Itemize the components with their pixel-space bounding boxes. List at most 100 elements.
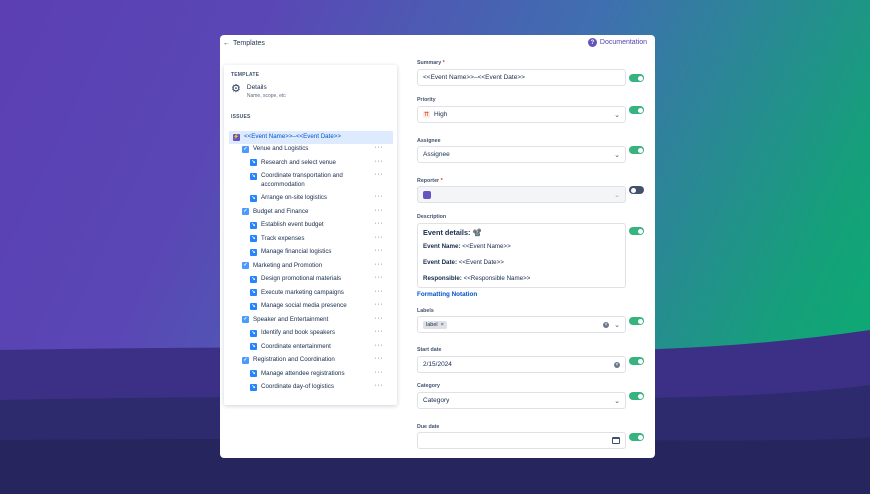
subtask-row[interactable]: ↘ Establish event budget: [250, 221, 370, 230]
tree-row-label: Design promotional materials: [261, 275, 342, 282]
chevron-down-icon: ⌄: [614, 321, 620, 329]
subtask-row[interactable]: ↘ Manage financial logistics: [250, 248, 370, 257]
labels-select[interactable]: label × × ⌄: [417, 316, 626, 333]
more-actions-icon[interactable]: ···: [375, 234, 384, 241]
tree-row-label: Venue and Logistics: [253, 145, 309, 152]
description-editor[interactable]: Event details: 📽️ Event Name: <<Event Na…: [417, 223, 626, 288]
tree-row-label-cont: accommodation: [261, 180, 305, 188]
labels-label: Labels: [417, 308, 434, 314]
tree-row-label: Research and select venue: [261, 158, 336, 166]
start-date-label: Start date: [417, 347, 442, 353]
clear-icon[interactable]: ×: [614, 361, 620, 368]
tree-row-label: Establish event budget: [261, 221, 324, 228]
more-actions-icon[interactable]: ···: [375, 328, 384, 335]
chevron-down-icon: ⌄: [614, 397, 620, 405]
more-actions-icon[interactable]: ···: [375, 207, 384, 214]
more-actions-icon[interactable]: ···: [375, 288, 384, 295]
due-date-input[interactable]: [417, 432, 626, 449]
subtask-row[interactable]: ↘ Design promotional materials: [250, 275, 370, 284]
subtask-row[interactable]: ↘ Research and select venue: [250, 159, 370, 168]
more-actions-icon[interactable]: ···: [375, 193, 384, 200]
subtask-arrow-icon: ↘: [250, 302, 257, 310]
subtask-arrow-icon: ↘: [250, 343, 257, 350]
calendar-icon[interactable]: [612, 437, 620, 444]
subtask-arrow-icon: ↘: [250, 194, 257, 202]
clear-icon[interactable]: ×: [603, 321, 610, 328]
more-actions-icon[interactable]: ···: [375, 261, 384, 268]
description-toggle[interactable]: [629, 227, 644, 235]
back-to-templates-link[interactable]: ← Templates: [223, 40, 265, 47]
details-title: Details: [246, 84, 267, 91]
subtask-row[interactable]: ↘ Coordinate entertainment: [250, 343, 370, 352]
details-subtitle: Name, scope, etc: [246, 93, 286, 99]
tree-row-label: Coordinate entertainment: [261, 342, 331, 350]
category-select[interactable]: Category ⌄: [417, 392, 626, 409]
details-item[interactable]: ⚙ Details Name, scope, etc: [231, 84, 286, 100]
subtask-row[interactable]: ↘ Coordinate transportation and accommodat…: [250, 172, 370, 189]
epic-row[interactable]: ⚡ <<Event Name>>–<<Event Date>>: [229, 131, 393, 144]
task-row[interactable]: ✓ Speaker and Entertainment: [242, 316, 362, 325]
due-date-toggle[interactable]: [629, 433, 644, 441]
task-row[interactable]: ✓ Marketing and Promotion: [242, 262, 362, 271]
assignee-toggle[interactable]: [629, 146, 644, 154]
more-actions-icon[interactable]: ···: [375, 301, 384, 308]
label-tag: label ×: [423, 320, 447, 329]
summary-toggle[interactable]: [629, 74, 644, 82]
subtask-arrow-icon: ↘: [250, 248, 257, 256]
tree-row-label: Manage financial logistics: [261, 248, 332, 255]
formatting-notation-link[interactable]: Formatting Notation: [417, 291, 477, 298]
priority-label: Priority: [417, 97, 436, 103]
reporter-select[interactable]: ⌄: [417, 186, 626, 203]
more-actions-icon[interactable]: ···: [375, 315, 384, 322]
subtask-arrow-icon: ↘: [250, 235, 257, 242]
top-bar: ← Templates ? Documentation: [220, 35, 655, 55]
more-actions-icon[interactable]: ···: [375, 247, 384, 254]
more-actions-icon[interactable]: ···: [375, 274, 384, 281]
assignee-value: Assignee: [423, 151, 450, 158]
tree-row-label: Manage attendee registrations: [261, 369, 345, 377]
labels-toggle[interactable]: [629, 317, 644, 325]
subtask-arrow-icon: ↘: [250, 289, 257, 296]
more-actions-icon[interactable]: ···: [375, 382, 384, 389]
subtask-row[interactable]: ↘ Manage social media presence: [250, 302, 370, 311]
tree-row-label: Coordinate transportation and: [261, 172, 343, 179]
remove-tag-icon[interactable]: ×: [441, 322, 444, 328]
subtask-row[interactable]: ↘ Coordinate day-of logistics: [250, 383, 370, 392]
summary-input[interactable]: <<Event Name>>–<<Event Date>>: [417, 69, 626, 86]
subtask-row[interactable]: ↘ Identify and book speakers: [250, 329, 370, 338]
documentation-link[interactable]: ? Documentation: [587, 38, 647, 47]
more-actions-icon[interactable]: ···: [375, 369, 384, 376]
task-row[interactable]: ✓ Registration and Coordination: [242, 356, 362, 365]
epic-label: <<Event Name>>–<<Event Date>>: [244, 133, 342, 140]
more-actions-icon[interactable]: ···: [375, 355, 384, 362]
tree-row-label: Arrange on-site logistics: [261, 194, 328, 201]
start-date-input[interactable]: 2/15/2024 ×: [417, 356, 626, 373]
task-row[interactable]: ✓ Venue and Logistics: [242, 145, 362, 154]
more-actions-icon[interactable]: ···: [375, 342, 384, 349]
subtask-row[interactable]: ↘ Manage attendee registrations: [250, 370, 370, 379]
priority-select[interactable]: ⇈ High ⌄: [417, 106, 626, 123]
task-checkbox-icon: ✓: [242, 356, 249, 364]
assignee-select[interactable]: Assignee ⌄: [417, 146, 626, 163]
subtask-arrow-icon: ↘: [250, 172, 257, 180]
start-date-value: 2/15/2024: [423, 361, 452, 368]
description-event-name: Event Name: <<Event Name>>: [423, 243, 511, 250]
priority-toggle[interactable]: [629, 106, 644, 114]
subtask-arrow-icon: ↘: [250, 383, 257, 391]
category-label: Category: [417, 383, 440, 389]
more-actions-icon[interactable]: ···: [375, 171, 384, 178]
tree-row-label: Execute marketing campaigns: [261, 288, 344, 296]
more-actions-icon[interactable]: ···: [375, 158, 384, 165]
more-actions-icon[interactable]: ···: [375, 220, 384, 227]
category-toggle[interactable]: [629, 392, 644, 400]
tree-row-label: Speaker and Entertainment: [253, 315, 329, 323]
start-date-toggle[interactable]: [629, 357, 644, 365]
subtask-row[interactable]: ↘ Track expenses: [250, 235, 370, 244]
task-row[interactable]: ✓ Budget and Finance: [242, 208, 362, 217]
reporter-toggle[interactable]: [629, 186, 644, 194]
more-actions-icon[interactable]: ···: [375, 144, 384, 151]
subtask-row[interactable]: ↘ Arrange on-site logistics: [250, 194, 370, 203]
chevron-down-icon: ⌄: [614, 191, 620, 199]
subtask-row[interactable]: ↘ Execute marketing campaigns: [250, 289, 370, 298]
tree-row-label: Track expenses: [261, 234, 305, 242]
